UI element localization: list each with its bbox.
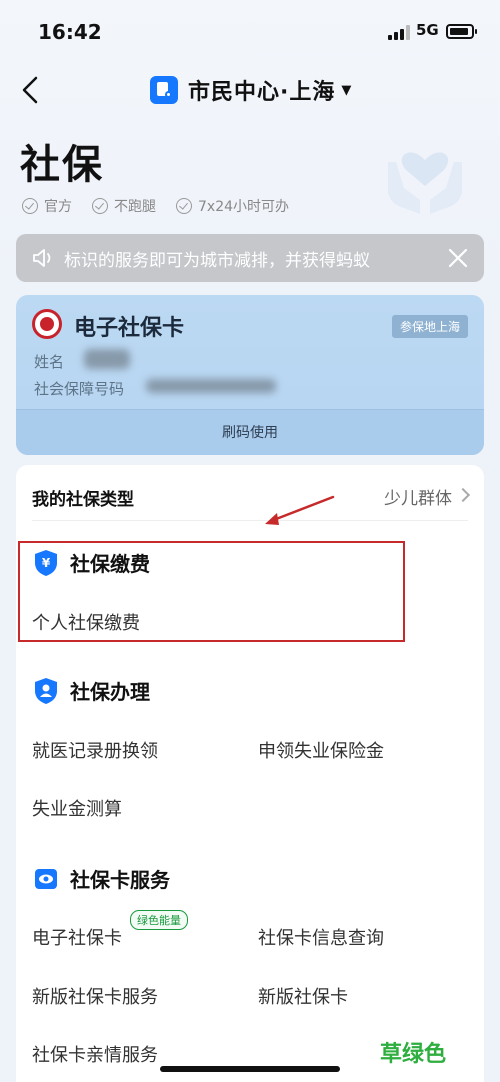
- check-circle-icon: [22, 198, 38, 214]
- green-energy-badge: 绿色能量: [130, 910, 188, 930]
- section-payment-header: ¥ 社保缴费: [34, 548, 150, 577]
- watermark-text: 草绿色: [380, 1042, 447, 1067]
- service-card-info-query[interactable]: 社保卡信息查询: [258, 924, 384, 950]
- page-title: 社保: [20, 142, 104, 188]
- tag-official: 官方: [22, 196, 72, 216]
- network-label: 5G: [416, 21, 439, 39]
- social-security-emblem-icon: [32, 309, 62, 339]
- card-name-label: 姓名: [34, 353, 65, 371]
- home-indicator: [160, 1066, 340, 1072]
- card-service-icon: [35, 868, 57, 889]
- chevron-left-icon: [22, 76, 38, 104]
- tag-24h: 7x24小时可办: [176, 196, 289, 216]
- redacted-name: [84, 349, 130, 369]
- status-time: 16:42: [38, 20, 102, 44]
- citizen-center-logo-icon: [150, 76, 178, 104]
- section-card-service-header: 社保卡服务: [34, 864, 170, 893]
- service-new-card[interactable]: 新版社保卡: [258, 983, 348, 1009]
- redacted-id-number: [146, 379, 276, 393]
- service-tags: 官方 不跑腿 7x24小时可办: [22, 196, 289, 216]
- battery-icon: [446, 24, 477, 39]
- chevron-right-icon: [455, 487, 471, 503]
- section-title: 社保缴费: [70, 552, 150, 576]
- tag-no-visit: 不跑腿: [92, 196, 156, 216]
- service-unemployment-calculator[interactable]: 失业金测算: [32, 795, 122, 821]
- check-circle-icon: [92, 198, 108, 214]
- service-e-card[interactable]: 电子社保卡: [32, 924, 122, 950]
- nav-bar: 市民中心·上海 ▼: [0, 62, 500, 118]
- yuan-shield-icon: ¥: [35, 549, 57, 576]
- svg-text:¥: ¥: [42, 556, 51, 570]
- section-title: 社保卡服务: [70, 868, 170, 892]
- person-shield-icon: [35, 677, 57, 704]
- service-card-family-service[interactable]: 社保卡亲情服务: [32, 1041, 158, 1067]
- service-personal-payment[interactable]: 个人社保缴费: [32, 609, 140, 635]
- caret-down-icon: ▼: [341, 82, 352, 98]
- insured-location-badge: 参保地上海: [391, 315, 468, 338]
- hands-heart-illustration-icon: [388, 152, 462, 214]
- back-button[interactable]: [14, 72, 50, 108]
- section-handling-header: 社保办理: [34, 676, 150, 705]
- close-icon[interactable]: [446, 246, 470, 270]
- card-id-label: 社会保障号码: [34, 380, 125, 398]
- notice-text: 标识的服务即可为城市减排，并获得蚂蚁: [64, 250, 370, 271]
- insurance-type-label: 我的社保类型: [32, 490, 134, 510]
- service-medical-record-renewal[interactable]: 就医记录册换领: [32, 737, 158, 763]
- nav-title: 市民中心·上海: [188, 80, 336, 105]
- insurance-type-value: 少儿群体: [384, 489, 452, 509]
- service-new-card-service[interactable]: 新版社保卡服务: [32, 983, 158, 1009]
- signal-icon: [388, 24, 410, 40]
- check-circle-icon: [176, 198, 192, 214]
- service-apply-unemployment-insurance[interactable]: 申领失业保险金: [258, 737, 384, 763]
- card-title: 电子社保卡: [74, 316, 185, 341]
- speaker-icon: [33, 249, 51, 267]
- city-selector[interactable]: 市民中心·上海 ▼: [150, 74, 351, 106]
- section-title: 社保办理: [70, 680, 150, 704]
- scan-code-button[interactable]: 刷码使用: [16, 409, 484, 455]
- insurance-type-row[interactable]: 我的社保类型 少儿群体: [32, 479, 471, 521]
- notice-banner[interactable]: 标识的服务即可为城市减排，并获得蚂蚁: [16, 234, 484, 282]
- annotation-arrow: [265, 495, 335, 525]
- status-bar: 16:42 5G: [0, 0, 500, 62]
- e-social-security-card[interactable]: 电子社保卡 参保地上海 姓名 社会保障号码 刷码使用: [16, 295, 484, 455]
